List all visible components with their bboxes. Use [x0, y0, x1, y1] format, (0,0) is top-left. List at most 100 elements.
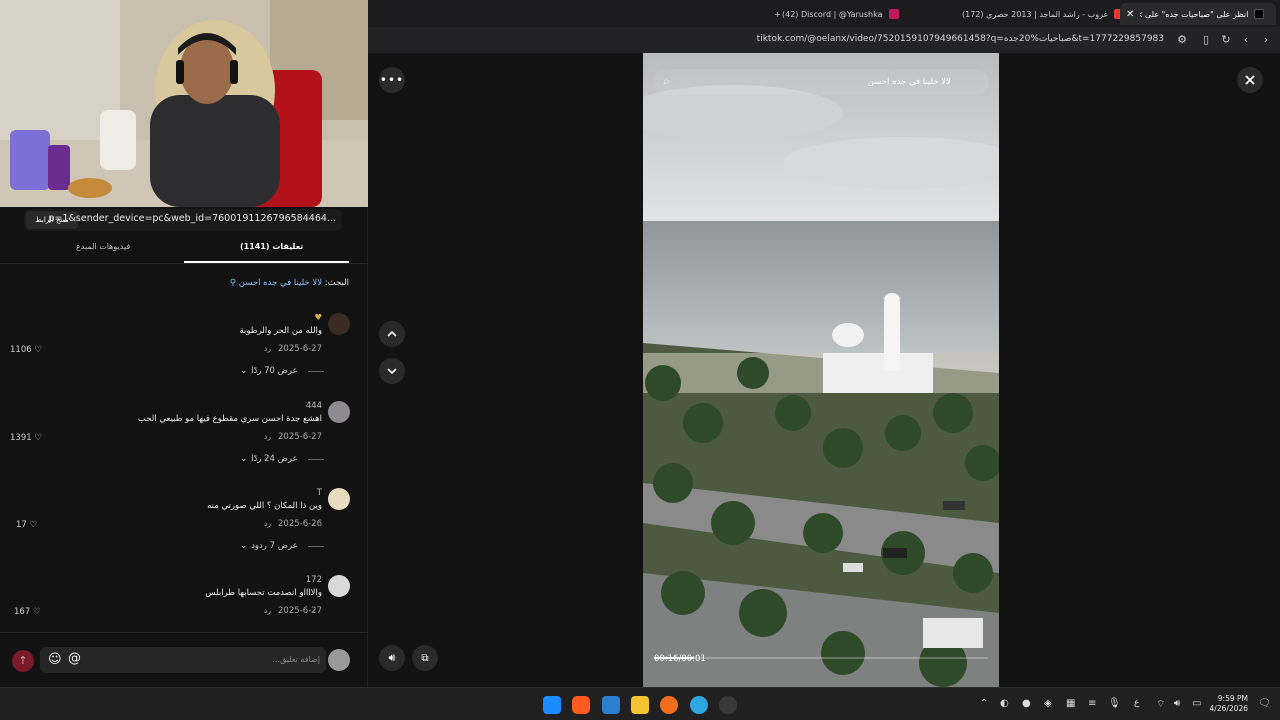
avatar[interactable] — [328, 313, 350, 335]
tray-edge-icon[interactable]: ● — [1022, 698, 1031, 709]
comment-username[interactable]: 172 — [306, 575, 322, 585]
clock-date: 4/26/2026 — [1209, 704, 1248, 713]
avatar[interactable] — [328, 488, 350, 510]
video-search-bar[interactable]: ⌕ لالا خلينا في جده احسن — [653, 69, 989, 95]
chevron-up-icon — [387, 330, 397, 337]
close-tab-icon[interactable]: ✕ — [1126, 9, 1134, 20]
share-url-text[interactable]: p=1&sender_device=pc&web_id=760019112679… — [48, 213, 336, 224]
forward-icon[interactable]: › — [1258, 32, 1274, 48]
like-button[interactable]: 1106 ♡ — [10, 345, 42, 355]
discord-icon — [888, 9, 899, 19]
wifi-icon[interactable]: ⌔ — [1156, 698, 1165, 711]
comment-date: 2025-6-26 — [278, 519, 322, 529]
bookmark-icon[interactable]: ▯ — [1198, 32, 1214, 48]
view-replies-button[interactable]: ⌄ عرض 7 ردود — [240, 541, 324, 551]
microphone-icon[interactable]: 🎙︎ — [1108, 698, 1121, 709]
notification-icon[interactable]: 🗨︎ — [1258, 698, 1271, 709]
chevron-down-icon: ⌄ — [240, 454, 248, 464]
search-icon: ⌕ — [663, 74, 670, 88]
tab-creator-videos[interactable]: فيديوهات المبدع — [76, 242, 130, 251]
system-clock[interactable]: 9:59 PM 4/26/2026 — [1210, 694, 1248, 714]
comment-composer: ↑ ☺ @ إضافة تعليق... — [0, 632, 368, 687]
send-comment-button[interactable]: ↑ — [12, 650, 34, 672]
language-indicator[interactable]: ع — [1134, 698, 1139, 708]
comment-date: 2025-6-27 — [278, 432, 322, 442]
webcam-overlay — [0, 0, 368, 207]
heart-icon: ♡ — [34, 345, 42, 355]
divider — [0, 263, 368, 264]
back-icon[interactable]: ‹ — [1238, 32, 1254, 48]
comment-username[interactable]: T — [317, 488, 322, 498]
reply-button[interactable]: رد — [264, 519, 271, 528]
tiktok-icon — [1254, 9, 1265, 19]
obs-icon[interactable] — [719, 696, 737, 714]
tray-settings-icon[interactable]: ≡ — [1088, 698, 1096, 709]
comment-text: والله من الحر والرطوبة — [239, 326, 322, 336]
volume-button[interactable]: 🔊︎ — [379, 645, 405, 671]
battery-icon[interactable]: ▭ — [1192, 698, 1201, 709]
previous-video-button[interactable] — [379, 321, 405, 347]
video-frame — [643, 53, 999, 687]
share-link-row: نسخ الرابط p=1&sender_device=pc&web_id=7… — [24, 209, 342, 231]
tab-label: (42) Discord | @Yarushka — [782, 9, 883, 19]
chevron-down-icon — [387, 368, 397, 375]
view-replies-button[interactable]: ⌄ عرض 70 ردًا — [240, 366, 324, 376]
comment-badge: ♥ — [314, 313, 322, 323]
tray-app-icon[interactable]: ◈ — [1044, 698, 1052, 709]
tab-discord[interactable]: (42) Discord | @Yarushka — [776, 3, 905, 25]
url-text[interactable]: tiktok.com/@oelanx/video/752015910794966… — [757, 34, 1164, 44]
search-query-link[interactable]: لالا خلينا في جده احسن — [239, 278, 322, 288]
like-button[interactable]: 167 ♡ — [14, 607, 41, 617]
clock-time: 9:59 PM — [1217, 694, 1248, 703]
volume-icon[interactable]: 🔊︎ — [1174, 698, 1180, 709]
address-bar[interactable]: tiktok.com/@oelanx/video/752015910794966… — [368, 27, 1280, 53]
emoji-icon[interactable]: ☺ — [48, 652, 62, 667]
comment-input[interactable]: ☺ @ إضافة تعليق... — [40, 647, 326, 673]
reply-button[interactable]: رد — [264, 606, 271, 615]
comment-item: 444 اهشع جدة احسن سري مقطوع فيها مو طبيع… — [0, 401, 368, 487]
avatar[interactable] — [328, 575, 350, 597]
vscode-icon[interactable] — [602, 696, 620, 714]
windows-start-icon[interactable] — [543, 696, 561, 714]
mention-icon[interactable]: @ — [68, 651, 81, 666]
close-video-button[interactable] — [1237, 67, 1263, 93]
speaker-icon: 🔊︎ — [388, 651, 396, 664]
comment-item: T وين ذا المكان ؟ اللي صورتي منه 2025-6-… — [0, 488, 368, 574]
tray-app-icon[interactable]: ◐ — [1000, 698, 1009, 709]
heart-icon: ♡ — [32, 607, 41, 617]
app-icon[interactable] — [660, 696, 678, 714]
tune-icon[interactable]: ⚙ — [1174, 32, 1190, 48]
more-options-button[interactable]: ••• — [379, 67, 405, 93]
avatar[interactable] — [328, 401, 350, 423]
next-video-button[interactable] — [379, 358, 405, 384]
video-stage: ••• 🔊︎ ⧉ ⌕ لالا خلينا في جده احسن 00:16/… — [368, 53, 1280, 687]
reload-icon[interactable]: ↻ — [1218, 32, 1234, 48]
comment-text: والااااو انصدمت تحسابها طرابلس — [205, 588, 322, 598]
related-search[interactable]: البحث: لالا خلينا في جده احسن ⚲ — [230, 278, 349, 288]
tab-comments[interactable]: تعليقات (1141) — [240, 242, 303, 251]
webcam-image — [0, 0, 368, 207]
tray-chevron-icon[interactable]: ⌃ — [980, 698, 988, 709]
comment-date: 2025-6-27 — [278, 344, 322, 354]
reply-button[interactable]: رد — [264, 432, 271, 441]
pip-button[interactable]: ⧉ — [412, 645, 438, 671]
brave-browser-icon[interactable] — [572, 696, 590, 714]
comment-username[interactable]: 444 — [306, 401, 322, 411]
like-button[interactable]: 1391 ♡ — [10, 433, 42, 443]
chevron-down-icon: ⌄ — [240, 541, 248, 551]
new-tab-button[interactable]: + — [768, 3, 787, 25]
file-explorer-icon[interactable] — [631, 696, 649, 714]
tab-youtube[interactable]: (172) غروب - راشد الماجد | 2013 حصري — [956, 3, 1130, 25]
telegram-icon[interactable] — [690, 696, 708, 714]
view-replies-button[interactable]: ⌄ عرض 24 ردًا — [240, 454, 324, 464]
heart-icon: ♡ — [29, 520, 38, 530]
tray-app-icon[interactable]: ▦ — [1066, 698, 1075, 709]
like-button[interactable]: 17 ♡ — [16, 520, 37, 530]
search-prefix: البحث: — [324, 278, 349, 288]
tab-tiktok[interactable]: ✕ انظر على "صباحيات جده" على TikTok — [1120, 3, 1276, 25]
video-player[interactable]: ⌕ لالا خلينا في جده احسن 00:16/00:01 — [643, 53, 999, 687]
chevron-down-icon: ⌄ — [240, 366, 248, 376]
close-icon — [1245, 75, 1255, 85]
heart-icon: ♡ — [34, 433, 42, 443]
reply-button[interactable]: رد — [264, 344, 271, 353]
